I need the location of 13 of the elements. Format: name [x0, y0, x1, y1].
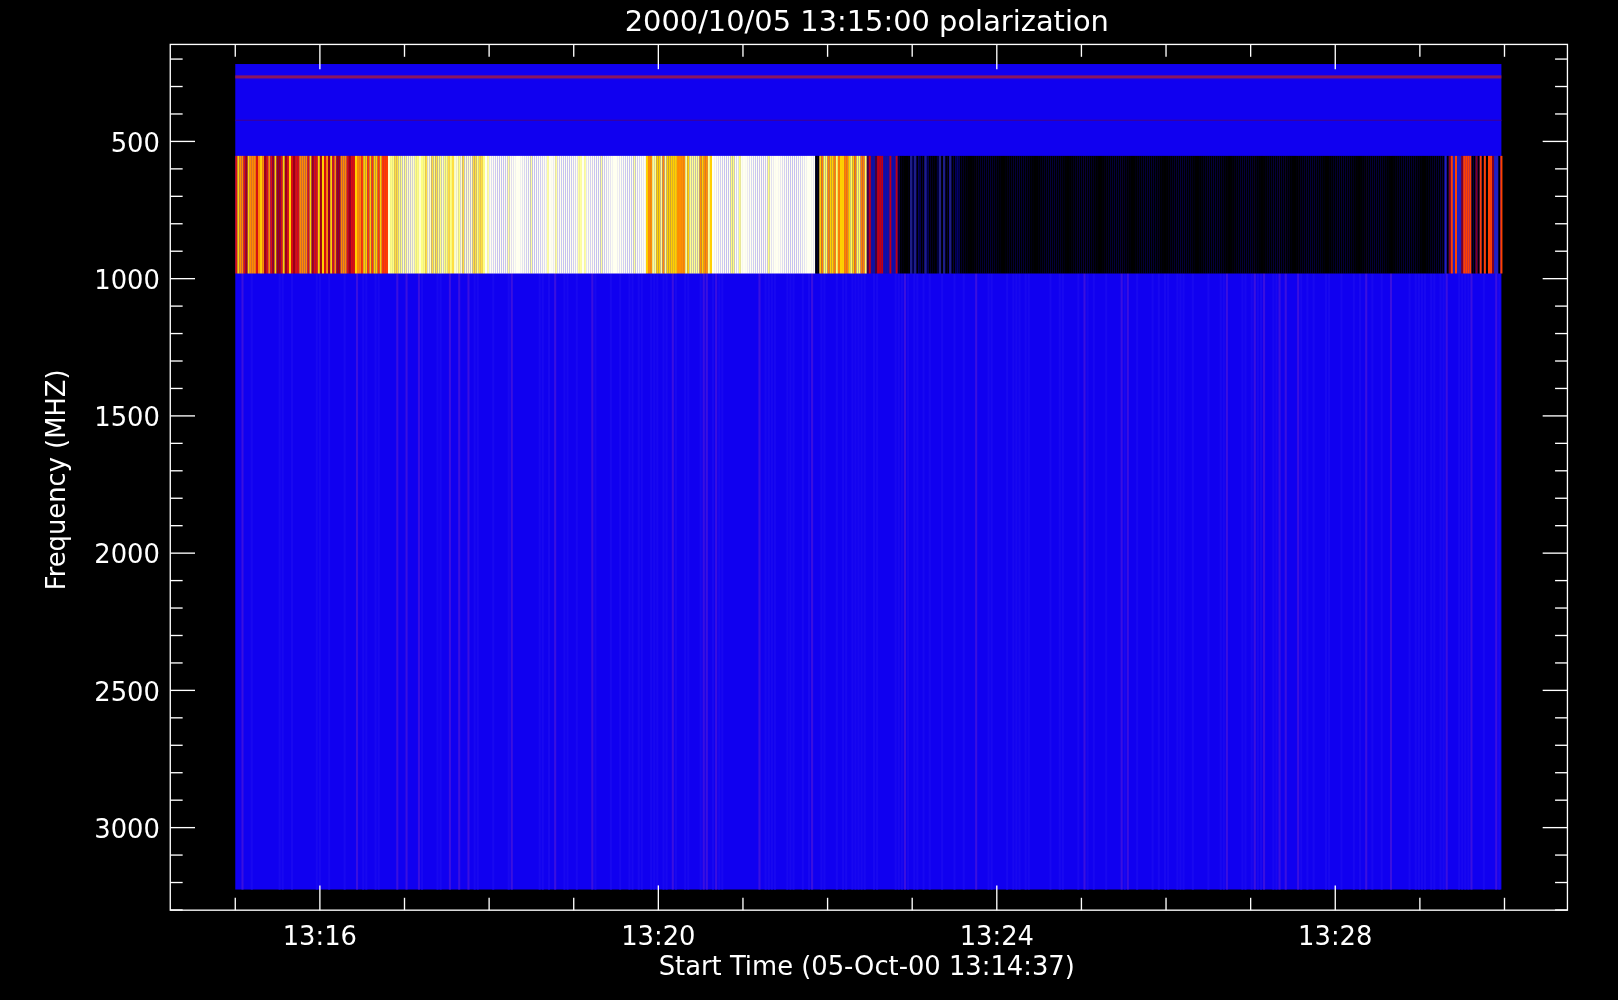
- y-tick-label: 2000: [94, 539, 160, 570]
- x-tick-label: 13:16: [282, 921, 358, 952]
- x-tick-label: 13:28: [1298, 921, 1373, 952]
- x-tick-label: 13:24: [959, 921, 1034, 952]
- y-axis-label: Frequency (MHZ): [41, 369, 71, 591]
- y-tick-label: 500: [110, 127, 160, 158]
- y-tick-label: 1000: [94, 265, 160, 295]
- x-axis-label: Start Time (05-Oct-00 13:14:37): [658, 951, 1075, 982]
- x-tick-label: 13:20: [621, 921, 696, 952]
- y-tick-label: 2500: [94, 676, 160, 707]
- plot-title: 2000/10/05 13:15:00 polarization: [624, 4, 1109, 38]
- y-tick-label: 1500: [94, 402, 160, 433]
- y-tick-label: 3000: [94, 813, 160, 844]
